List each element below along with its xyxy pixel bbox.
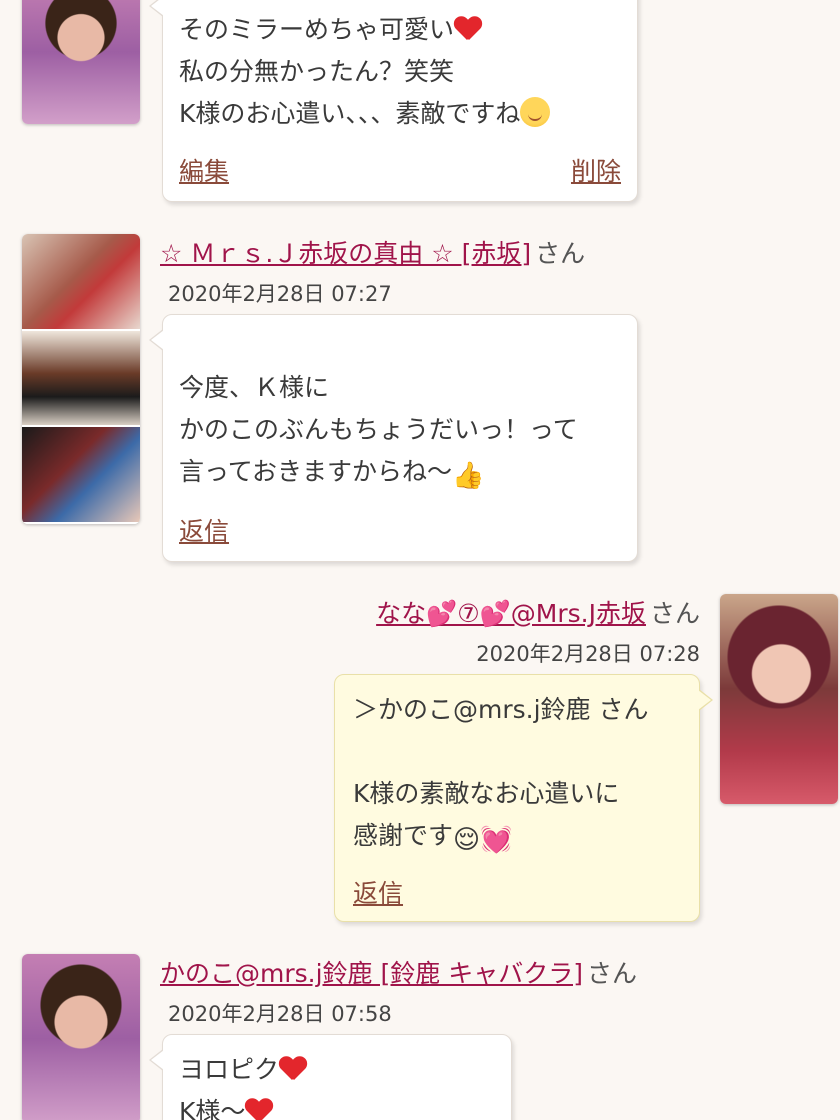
- message-line: 私の分無かったん？笑笑: [179, 57, 455, 86]
- message-line: K様〜: [179, 1097, 246, 1120]
- message-line: K様の素敵なお心遣いに: [353, 779, 620, 808]
- message-bubble: そのミラーめちゃ可愛い 私の分無かったん？笑笑 K様のお心遣い、、、素敵ですね …: [149, 0, 638, 202]
- avatar-photo: [22, 330, 140, 428]
- honorific: さん: [535, 239, 586, 268]
- message-line: 感謝です: [353, 821, 454, 850]
- timestamp: 2020年2月28日 07:28: [476, 642, 700, 666]
- message-line: 今度、Ｋ様に: [179, 373, 330, 402]
- message-bubble: ＞かのこ@mrs.j鈴鹿 さん K様の素敵なお心遣いに 感謝です😌💓 返信: [334, 674, 713, 922]
- message-line: ヨロピク: [179, 1055, 280, 1084]
- avatar[interactable]: [22, 234, 140, 524]
- delete-link[interactable]: 削除: [571, 151, 621, 193]
- relieved-face-icon: 😌: [453, 825, 481, 855]
- message-line: ＞かのこ@mrs.j鈴鹿 さん: [353, 695, 649, 724]
- reply-link[interactable]: 返信: [353, 873, 403, 915]
- honorific: さん: [649, 599, 700, 628]
- username-link[interactable]: かのこ@mrs.j鈴鹿 [鈴鹿 キャバクラ]: [160, 959, 583, 988]
- thumbs-up-icon: 👍: [452, 461, 485, 491]
- username-link[interactable]: なな💕⑦💕@Mrs.J赤坂: [376, 599, 646, 628]
- username-line: かのこ@mrs.j鈴鹿 [鈴鹿 キャバクラ] さん: [160, 954, 637, 990]
- avatar[interactable]: [720, 594, 838, 804]
- timestamp: 2020年2月28日 07:58: [168, 1002, 392, 1026]
- red-heart-icon: [279, 1055, 307, 1081]
- message-line: 言っておきますからね〜: [179, 457, 453, 486]
- smile-emoji-icon: [520, 97, 551, 127]
- chat-thread: そのミラーめちゃ可愛い 私の分無かったん？笑笑 K様のお心遣い、、、素敵ですね …: [0, 0, 840, 1120]
- honorific: さん: [586, 959, 637, 988]
- edit-link[interactable]: 編集: [179, 151, 229, 193]
- username-link[interactable]: ☆ Ｍｒｓ.Ｊ赤坂の真由 ☆ [赤坂]: [160, 239, 531, 268]
- avatar[interactable]: [22, 954, 140, 1120]
- message-bubble: ヨロピク K様〜: [149, 1034, 512, 1120]
- avatar-photo: [22, 427, 140, 524]
- pink-heart-icon: 💓: [480, 825, 513, 855]
- avatar-photo: [22, 234, 140, 331]
- reply-link[interactable]: 返信: [179, 511, 229, 553]
- message-line: K様のお心遣い、、、素敵ですね: [179, 99, 521, 128]
- message-bubble: 今度、Ｋ様に かのこのぶんもちょうだいっ！って 言っておきますからね〜👍 返信: [149, 314, 638, 562]
- red-heart-icon: [245, 1097, 273, 1120]
- avatar[interactable]: [22, 0, 140, 124]
- username-line: ☆ Ｍｒｓ.Ｊ赤坂の真由 ☆ [赤坂] さん: [160, 234, 585, 270]
- message-line: そのミラーめちゃ可愛い: [179, 15, 455, 44]
- message-line: かのこのぶんもちょうだいっ！って: [179, 415, 578, 444]
- username-line: なな💕⑦💕@Mrs.J赤坂 さん: [376, 594, 700, 630]
- timestamp: 2020年2月28日 07:27: [168, 282, 392, 306]
- message-line: [353, 731, 699, 773]
- red-heart-icon: [454, 15, 482, 41]
